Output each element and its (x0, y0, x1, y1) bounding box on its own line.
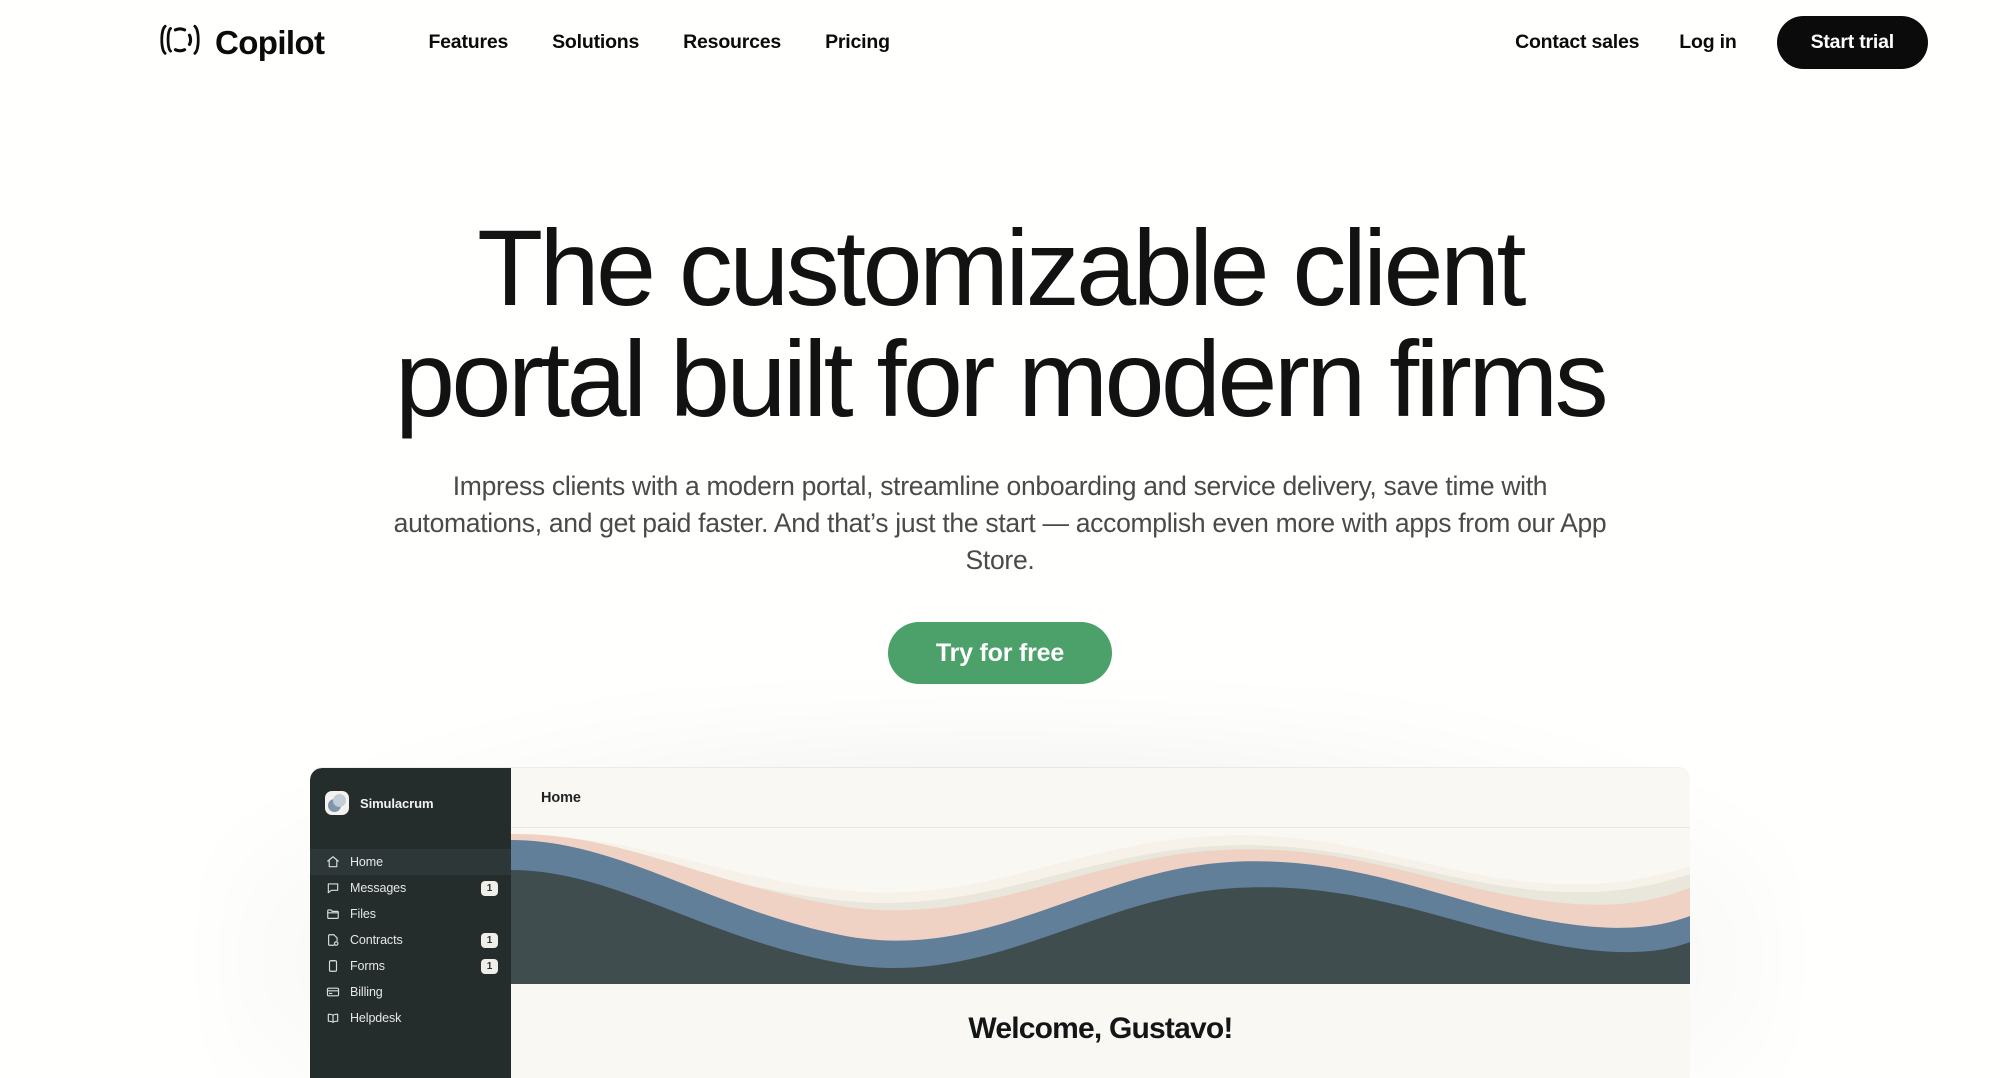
app-body: Welcome, Gustavo! (511, 984, 1690, 1078)
start-trial-button[interactable]: Start trial (1776, 15, 1928, 69)
sidebar-item-label-home: Home (350, 855, 383, 869)
hero-cta-wrapper: Try for free (0, 622, 2000, 685)
sidebar-item-label-forms: Forms (350, 959, 385, 973)
sidebar-item-label-files: Files (350, 907, 376, 921)
overlapping-circles-avatar (325, 791, 349, 815)
login-link[interactable]: Log in (1679, 31, 1736, 54)
hero-section: The customizable client portal built for… (0, 84, 2000, 685)
sidebar-item-label-contracts: Contracts (350, 933, 403, 947)
copilot-bracket-circle-logo (158, 23, 202, 62)
nav-link-features[interactable]: Features (428, 31, 508, 54)
clipboard-icon (325, 959, 340, 974)
brand-name: Copilot (215, 23, 325, 61)
main-nav: Features Solutions Resources Pricing (428, 31, 890, 54)
sidebar-item-messages[interactable]: Messages 1 (310, 875, 511, 901)
nav-link-solutions[interactable]: Solutions (552, 31, 639, 54)
try-for-free-button[interactable]: Try for free (887, 622, 1113, 685)
site-header: Copilot Features Solutions Resources Pri… (0, 0, 2000, 84)
hero-subtitle: Impress clients with a modern portal, st… (393, 471, 1607, 575)
app-preview: Simulacrum Home Messages 1 Files Contrac… (310, 768, 1690, 1078)
sidebar-item-label-billing: Billing (350, 985, 383, 999)
book-icon (325, 1011, 340, 1026)
sidebar-item-helpdesk[interactable]: Helpdesk (310, 1005, 511, 1031)
welcome-heading: Welcome, Gustavo! (968, 1012, 1233, 1045)
app-sidebar: Simulacrum Home Messages 1 Files Contrac… (310, 768, 511, 1078)
folder-icon (325, 907, 340, 922)
sidebar-item-label-helpdesk: Helpdesk (350, 1011, 402, 1025)
page-title: The customizable client portal built for… (0, 207, 2000, 440)
sidebar-item-billing[interactable]: Billing (310, 979, 511, 1005)
app-main: Home Welcome, Gustavo! (511, 768, 1690, 1078)
sidebar-badge-forms: 1 (481, 958, 498, 974)
sidebar-item-home[interactable]: Home (310, 849, 511, 875)
workspace-switcher[interactable]: Simulacrum (310, 786, 511, 820)
brand-logo[interactable]: Copilot (158, 23, 325, 62)
sidebar-item-contracts[interactable]: Contracts 1 (310, 927, 511, 953)
message-icon (325, 881, 340, 896)
hero-title-line-2: portal built for modern firms (394, 318, 1609, 440)
hero-title-line-1: The customizable client (477, 207, 1526, 328)
workspace-name: Simulacrum (360, 795, 434, 811)
header-actions: Contact sales Log in Start trial (1515, 15, 1928, 69)
app-topbar: Home (511, 768, 1690, 828)
credit-card-icon (325, 985, 340, 1000)
sidebar-item-forms[interactable]: Forms 1 (310, 953, 511, 979)
sidebar-badge-contracts: 1 (481, 932, 498, 948)
nav-link-resources[interactable]: Resources (683, 31, 781, 54)
app-banner-waves (511, 828, 1690, 984)
sidebar-item-label-messages: Messages (350, 881, 407, 895)
nav-link-pricing[interactable]: Pricing (825, 31, 890, 54)
home-icon (325, 855, 340, 870)
contract-icon (325, 933, 340, 948)
app-sidebar-nav: Home Messages 1 Files Contracts 1 Forms … (310, 849, 511, 1031)
sidebar-badge-messages: 1 (481, 880, 498, 896)
contact-sales-link[interactable]: Contact sales (1515, 31, 1639, 54)
breadcrumb[interactable]: Home (541, 790, 581, 806)
sidebar-item-files[interactable]: Files (310, 901, 511, 927)
